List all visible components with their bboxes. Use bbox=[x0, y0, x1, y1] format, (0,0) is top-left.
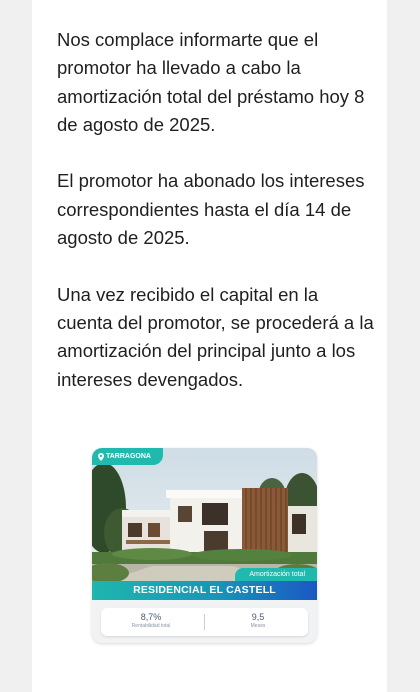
paragraph-amortization-notice: Nos complace informarte que el promotor … bbox=[57, 29, 365, 135]
email-message: Nos complace informarte que el promotor … bbox=[57, 26, 375, 422]
location-label: TARRAGONA bbox=[106, 453, 151, 460]
stat-divider bbox=[204, 614, 205, 630]
stat-return: 8,7% Rentabilidad total bbox=[101, 612, 201, 630]
stat-return-label: Rentabilidad total bbox=[131, 623, 171, 629]
project-title: RESIDENCIAL EL CASTELL bbox=[92, 581, 317, 600]
stat-term: 9,5 Meses bbox=[208, 612, 308, 630]
stat-term-label: Meses bbox=[250, 623, 266, 629]
map-pin-icon bbox=[98, 452, 104, 461]
location-badge: TARRAGONA bbox=[92, 448, 163, 465]
project-stats: 8,7% Rentabilidad total 9,5 Meses bbox=[101, 608, 308, 636]
paragraph-interest-paid: El promotor ha abonado los intereses cor… bbox=[57, 170, 365, 249]
stat-term-value: 9,5 bbox=[251, 612, 265, 622]
project-card[interactable]: TARRAGONA Amortización total RESIDENCIAL… bbox=[92, 448, 317, 643]
paragraph-next-steps: Una vez recibido el capital en la cuenta… bbox=[57, 283, 374, 390]
project-photo bbox=[92, 448, 317, 586]
stat-return-value: 8,7% bbox=[140, 612, 162, 622]
status-badge: Amortización total bbox=[235, 568, 317, 581]
